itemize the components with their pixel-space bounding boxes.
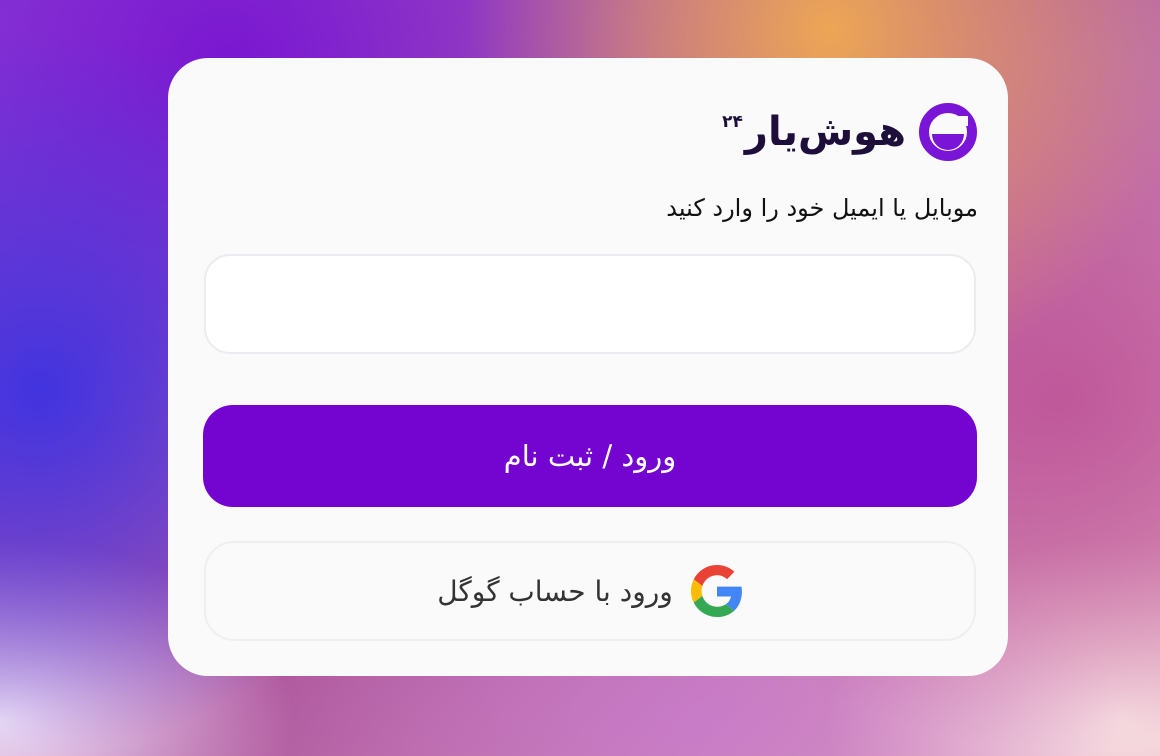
google-login-button[interactable]: ورود با حساب گوگل — [204, 541, 976, 641]
login-register-button-label: ورود / ثبت نام — [503, 439, 677, 473]
brand-name: هوش‌یار۲۴ — [722, 109, 907, 155]
google-icon — [690, 565, 742, 617]
brand-superscript: ۲۴ — [722, 112, 744, 132]
mobile-or-email-input[interactable] — [204, 254, 976, 354]
login-card: هوش‌یار۲۴ موبایل یا ایمیل خود را وارد کن… — [168, 58, 1008, 676]
input-prompt-label: موبایل یا ایمیل خود را وارد کنید — [666, 194, 978, 222]
google-login-label: ورود با حساب گوگل — [437, 574, 673, 608]
hooshyar-logo-icon — [919, 103, 977, 161]
login-register-button[interactable]: ورود / ثبت نام — [203, 405, 977, 507]
brand-logo: هوش‌یار۲۴ — [722, 100, 978, 164]
brand-name-text: هوش‌یار — [744, 109, 907, 155]
